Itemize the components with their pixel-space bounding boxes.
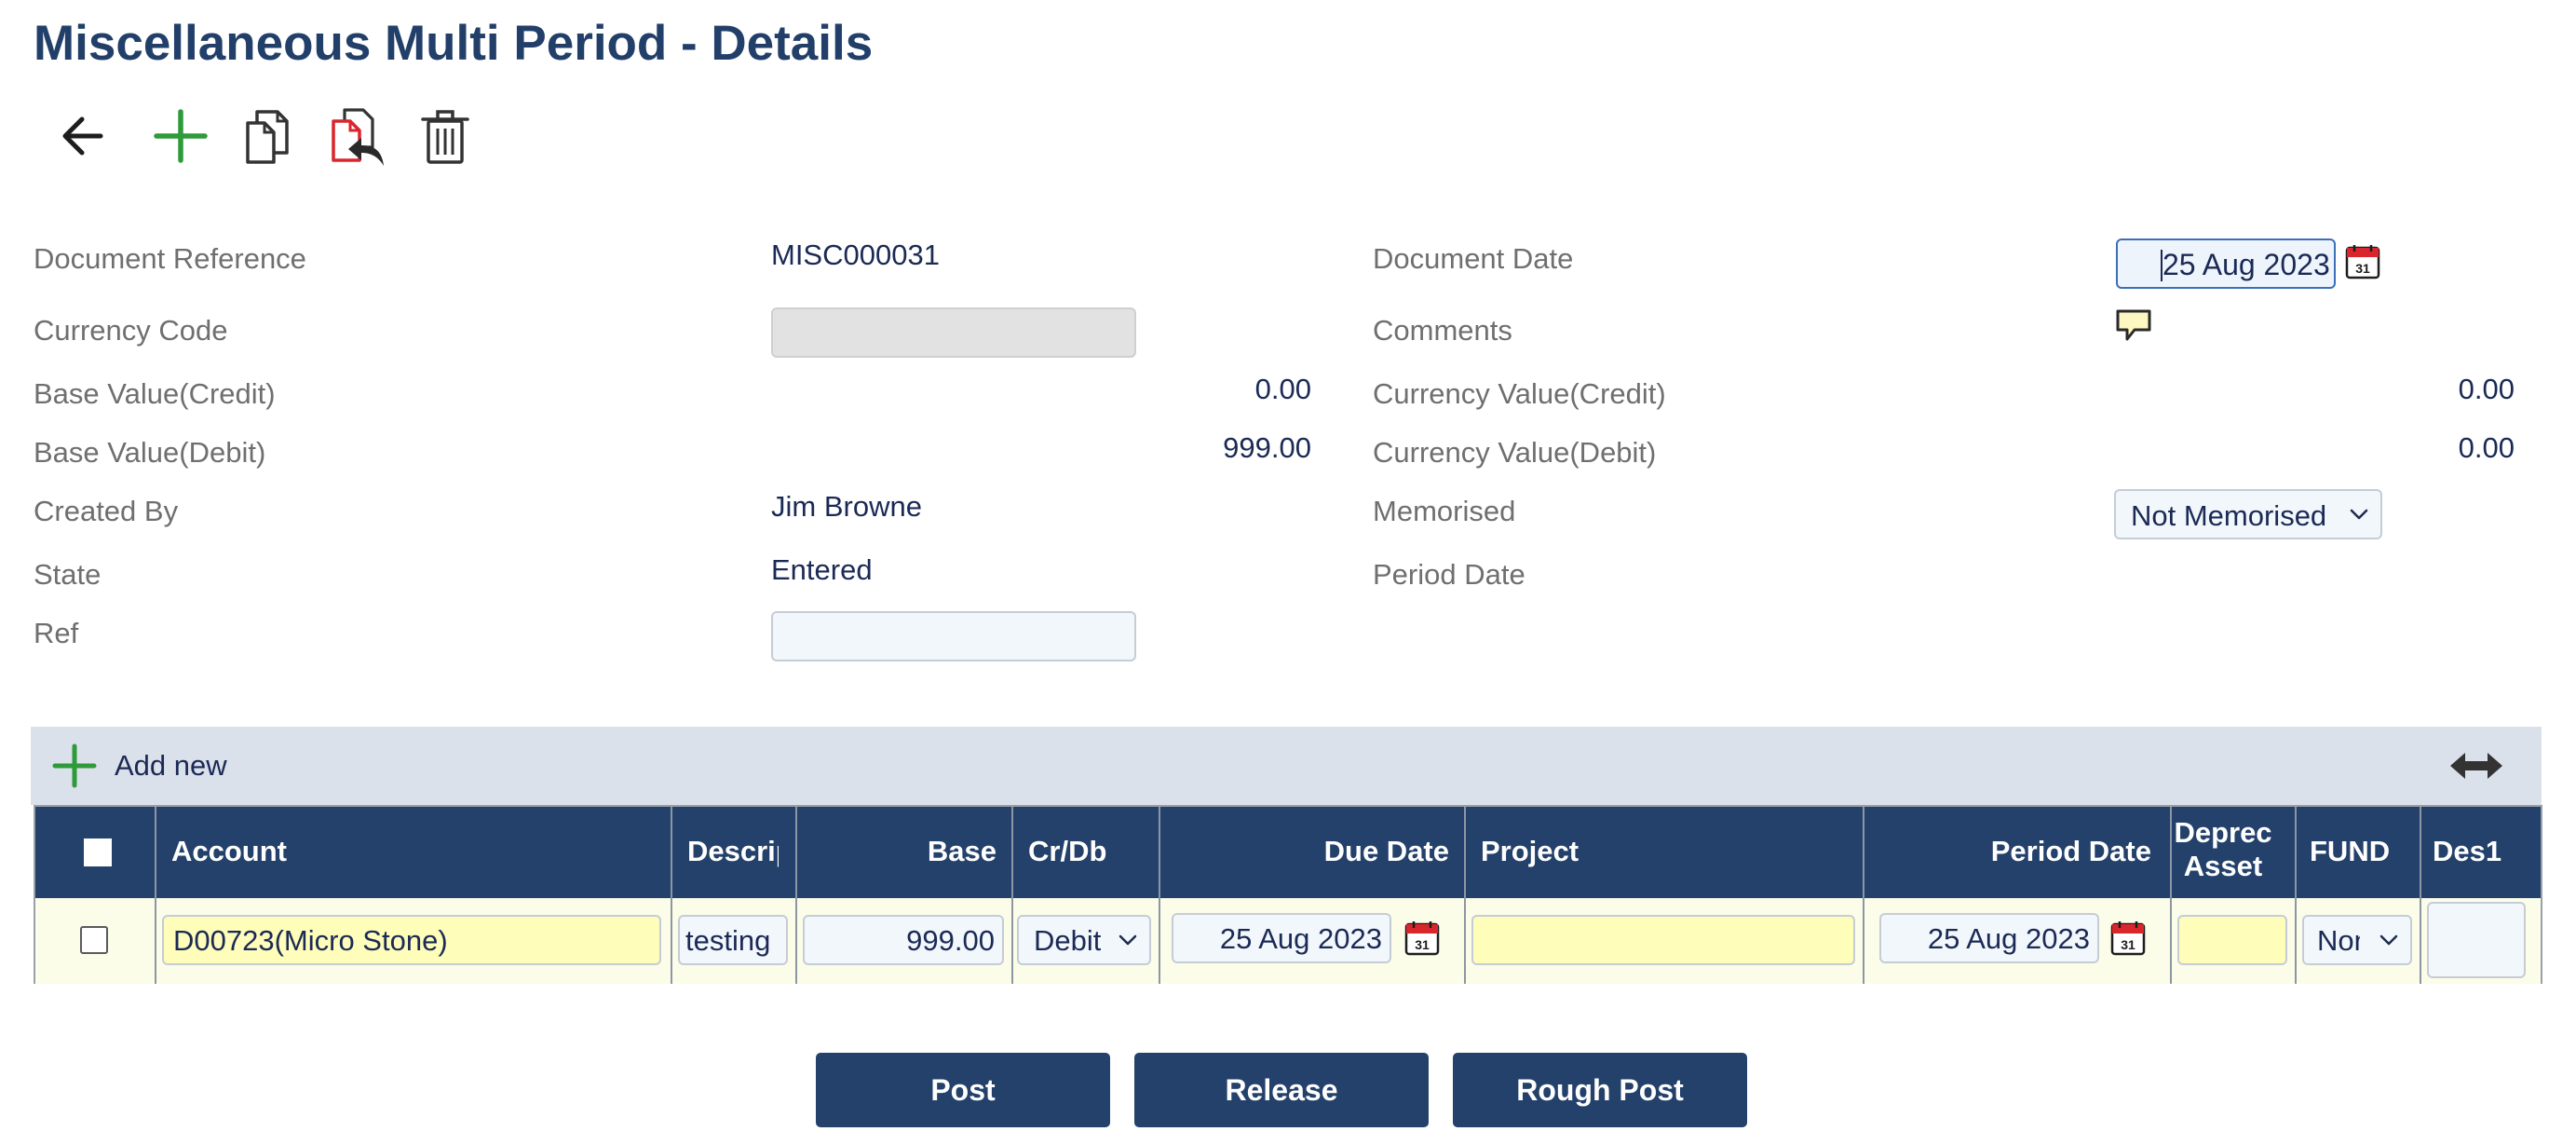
column-header-deprec-line2: Asset xyxy=(2183,850,2263,882)
column-header-crdb[interactable]: Cr/Db xyxy=(1028,835,1149,868)
column-header-description[interactable]: Description xyxy=(687,835,779,868)
created-by-value: Jim Browne xyxy=(771,490,922,523)
column-header-base[interactable]: Base xyxy=(799,835,997,868)
period-date-input[interactable]: 25 Aug 2023 xyxy=(1879,913,2099,963)
lines-grid: Account Description Base Cr/Db Due Date … xyxy=(34,805,2542,984)
des1-input[interactable] xyxy=(2427,902,2526,978)
base-value-credit-value: 0.00 xyxy=(1254,373,1311,405)
column-divider xyxy=(1464,807,1466,984)
select-all-checkbox[interactable] xyxy=(84,838,112,866)
period-date-calendar-icon[interactable]: 31 xyxy=(2110,920,2146,956)
created-by-label: Created By xyxy=(34,495,179,527)
resize-columns-icon[interactable] xyxy=(2448,749,2504,783)
state-value: Entered xyxy=(771,553,873,586)
add-new-label: Add new xyxy=(115,749,227,782)
column-divider xyxy=(671,807,672,984)
project-input[interactable] xyxy=(1471,915,1855,965)
column-header-deprec-asset[interactable]: Deprec Asset xyxy=(2172,816,2274,883)
post-button[interactable]: Post xyxy=(816,1053,1110,1127)
crdb-value: Debit xyxy=(1034,924,1101,957)
copy-icon[interactable] xyxy=(233,101,304,171)
column-divider xyxy=(1011,807,1013,984)
currency-value-debit-value: 0.00 xyxy=(2458,431,2515,464)
fund-select[interactable]: None xyxy=(2302,915,2412,965)
state-label: State xyxy=(34,558,102,591)
account-input[interactable]: D00723(Micro Stone) xyxy=(162,915,661,965)
rough-post-button[interactable]: Rough Post xyxy=(1453,1053,1747,1127)
reverse-document-icon[interactable] xyxy=(320,101,391,171)
trash-icon[interactable] xyxy=(410,101,481,171)
add-new-button[interactable]: Add new xyxy=(49,740,227,792)
chevron-down-icon xyxy=(2379,934,2398,946)
deprec-asset-input[interactable] xyxy=(2177,915,2287,965)
memorised-value: Not Memorised xyxy=(2131,499,2327,532)
column-header-deprec-line1: Deprec xyxy=(2174,816,2272,849)
release-button[interactable]: Release xyxy=(1134,1053,1429,1127)
column-divider xyxy=(1863,807,1864,984)
fund-value: None xyxy=(2317,924,2360,957)
column-header-project[interactable]: Project xyxy=(1481,835,1760,868)
memorised-label: Memorised xyxy=(1373,495,1516,527)
column-divider xyxy=(2420,807,2421,984)
memorised-select[interactable]: Not Memorised xyxy=(2114,489,2382,539)
page-title: Miscellaneous Multi Period - Details xyxy=(34,16,874,71)
ref-input[interactable] xyxy=(771,611,1136,661)
plus-icon xyxy=(52,743,97,788)
base-input[interactable]: 999.00 xyxy=(803,915,1004,965)
currency-value-credit-label: Currency Value(Credit) xyxy=(1373,377,1666,410)
currency-value-credit-value: 0.00 xyxy=(2458,373,2515,405)
base-value-credit-label: Base Value(Credit) xyxy=(34,377,276,410)
add-icon[interactable] xyxy=(145,101,216,171)
column-header-due-date[interactable]: Due Date xyxy=(1162,835,1449,868)
column-header-des1[interactable]: Des1 xyxy=(2433,835,2535,868)
document-date-value: 25 Aug 2023 xyxy=(2162,248,2330,281)
svg-text:31: 31 xyxy=(2355,261,2370,276)
back-arrow-icon[interactable] xyxy=(48,101,119,171)
document-date-label: Document Date xyxy=(1373,242,1574,275)
chevron-down-icon xyxy=(2350,509,2368,520)
chevron-down-icon xyxy=(1119,934,1137,946)
currency-code-field xyxy=(771,307,1136,358)
comment-icon[interactable] xyxy=(2114,307,2153,345)
document-date-input[interactable]: 25 Aug 2023 xyxy=(2116,239,2336,289)
table-row: D00723(Micro Stone) testing 999.00 Debit… xyxy=(35,898,2541,984)
column-divider xyxy=(795,807,797,984)
grid-header: Account Description Base Cr/Db Due Date … xyxy=(35,807,2541,898)
column-divider xyxy=(1159,807,1160,984)
currency-code-label: Currency Code xyxy=(34,314,228,347)
base-value-debit-value: 999.00 xyxy=(1223,431,1311,464)
period-date-label: Period Date xyxy=(1373,558,1525,591)
column-divider xyxy=(2170,807,2172,984)
comments-label: Comments xyxy=(1373,314,1512,347)
column-header-period-date[interactable]: Period Date xyxy=(1861,835,2151,868)
document-reference-label: Document Reference xyxy=(34,242,306,275)
column-divider xyxy=(2295,807,2297,984)
row-select-checkbox[interactable] xyxy=(80,926,108,954)
ref-label: Ref xyxy=(34,617,79,649)
due-date-input[interactable]: 25 Aug 2023 xyxy=(1172,913,1391,963)
column-header-account[interactable]: Account xyxy=(171,835,451,868)
svg-text:31: 31 xyxy=(1415,937,1430,952)
grid-toolbar: Add new xyxy=(31,727,2542,805)
document-reference-value: MISC000031 xyxy=(771,239,940,271)
document-date-calendar-icon[interactable]: 31 xyxy=(2345,244,2380,279)
currency-value-debit-label: Currency Value(Debit) xyxy=(1373,436,1657,469)
base-value-debit-label: Base Value(Debit) xyxy=(34,436,266,469)
description-input[interactable]: testing xyxy=(678,915,788,965)
text-caret xyxy=(2161,250,2162,281)
due-date-calendar-icon[interactable]: 31 xyxy=(1404,920,1440,956)
crdb-select[interactable]: Debit xyxy=(1017,915,1151,965)
column-divider xyxy=(155,807,156,984)
svg-text:31: 31 xyxy=(2121,937,2135,952)
column-header-fund[interactable]: FUND xyxy=(2310,835,2412,868)
